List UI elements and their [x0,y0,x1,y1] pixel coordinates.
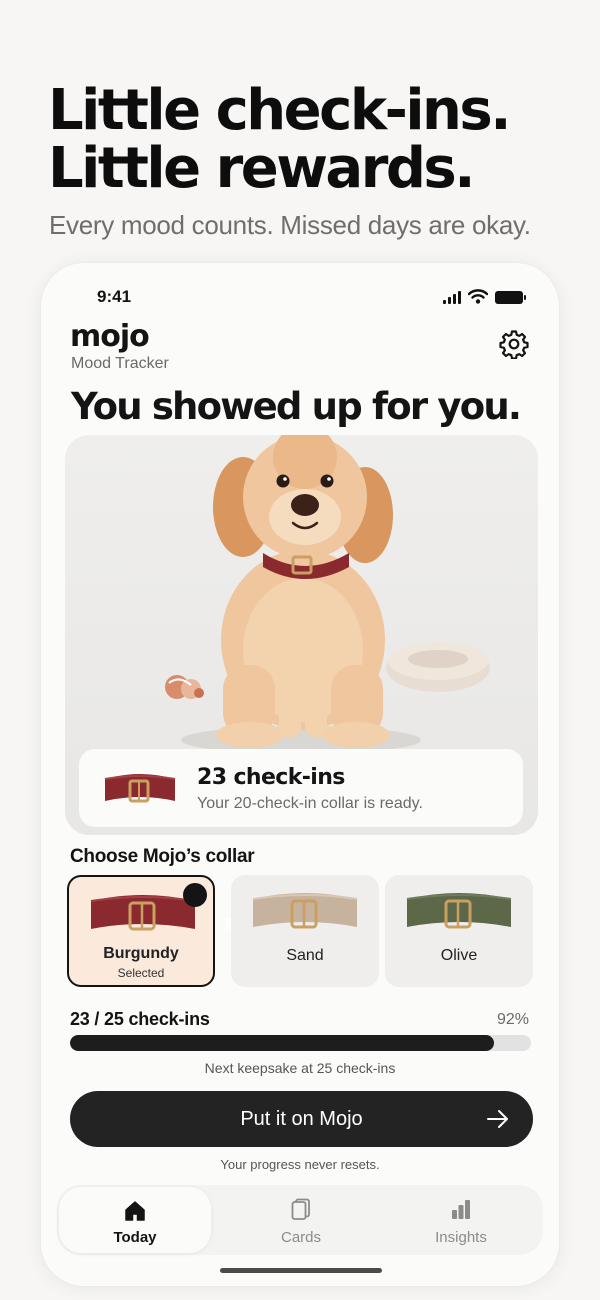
phone-frame: 9:41 mojo Mood Tracker You showed up for… [40,262,560,1287]
progress-bar-fill [70,1035,495,1051]
tab-label: Insights [435,1229,487,1246]
burgundy-collar-icon [90,895,196,931]
dog-bed-icon [386,642,490,692]
collar-option-selected-text: Selected [117,966,165,980]
progress-label: 23 / 25 check-ins [70,1009,210,1029]
reward-card: 23 check-ins Your 20-check-in collar is … [79,749,523,827]
put-it-on-mojo-button[interactable]: Put it on Mojo [70,1091,533,1147]
olive-collar-icon [406,893,512,929]
cards-icon [291,1198,310,1220]
collar-option-label: Burgundy [103,945,179,962]
dog-illustration [165,435,490,754]
collar-option-label: Olive [440,947,478,964]
check-icon [183,883,289,947]
progress-percent: 92% [496,1011,529,1028]
tab-bar: Today Cards Insights [57,1185,543,1255]
promo-subhead: Every mood counts. Missed days are okay. [49,210,531,240]
battery-icon [495,291,526,304]
collar-option-olive[interactable]: Olive [385,875,533,987]
progress-bar [70,1035,531,1051]
signal-icon [443,291,461,304]
next-keepsake-text: Next keepsake at 25 check-ins [204,1060,396,1076]
hero-card: 23 check-ins Your 20-check-in collar is … [65,435,538,835]
promo-headline-line2: Little rewards. [48,136,476,201]
tab-insights[interactable]: Insights [385,1185,537,1255]
status-icons [443,289,526,304]
bar-chart-icon [452,1200,470,1219]
app-subtitle: Mood Tracker [71,355,169,372]
reassurance-text: Your progress never resets. [220,1157,380,1172]
gear-icon[interactable] [499,329,529,359]
collar-option-label: Sand [286,947,324,964]
tab-cards[interactable]: Cards [225,1185,377,1255]
cta-label: Put it on Mojo [240,1108,363,1130]
collar-picker-title: Choose Mojo’s collar [70,846,255,867]
home-indicator[interactable] [220,1268,382,1273]
arrow-right-icon [487,1110,508,1128]
app-name: mojo [70,319,150,354]
wifi-icon [468,289,488,304]
collar-icon [104,774,176,803]
tab-label: Today [113,1229,157,1246]
rope-toy-icon [165,675,204,699]
promo-headline-line1: Little check-ins. [48,78,511,143]
tab-label: Cards [280,1229,321,1246]
sand-collar-icon [252,893,358,929]
collar-option-burgundy[interactable]: Burgundy Selected [67,875,289,987]
reward-subtitle: Your 20-check-in collar is ready. [197,795,423,812]
collar-option-sand[interactable]: Sand [231,875,379,987]
reward-title: 23 check-ins [197,765,345,790]
promo-headline: Little check-ins. Little rewards. [48,78,511,201]
tab-today[interactable]: Today [59,1187,211,1253]
home-icon [125,1201,145,1221]
status-time: 9:41 [97,287,132,306]
hero-title: You showed up for you. [71,385,522,428]
